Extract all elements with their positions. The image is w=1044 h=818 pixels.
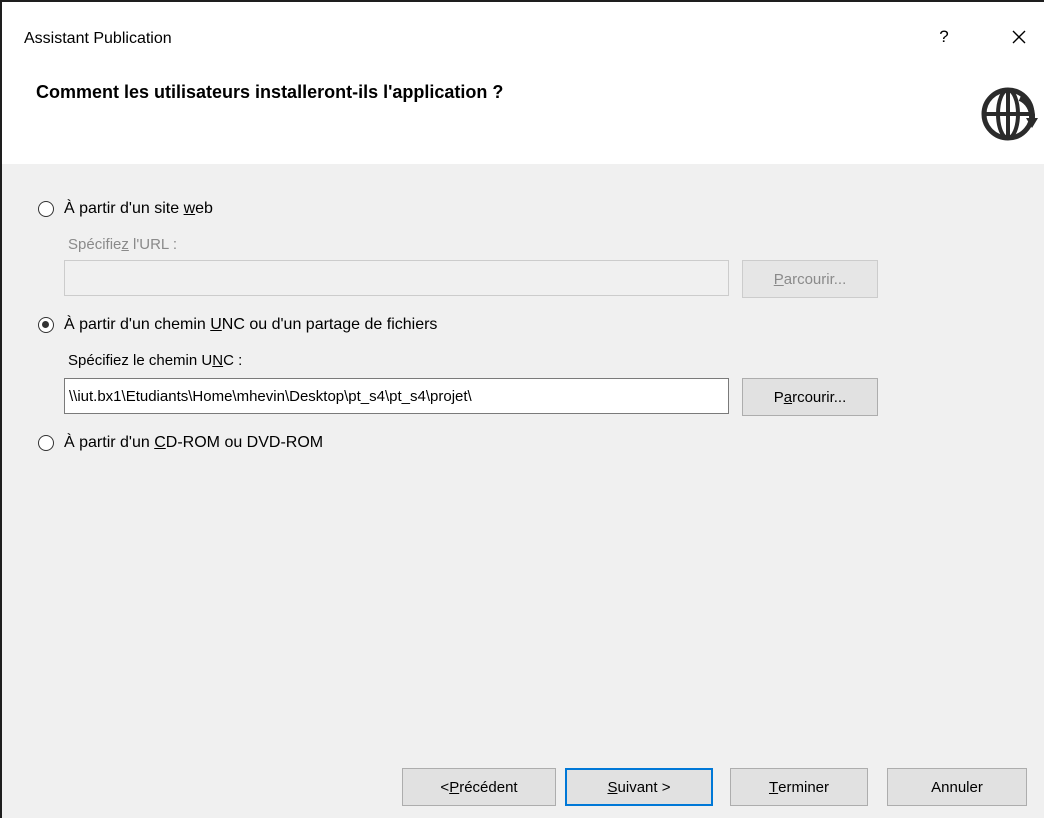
radio-unc-path-indicator[interactable] (38, 317, 54, 333)
radio-website-indicator[interactable] (38, 201, 54, 217)
radio-website[interactable]: À partir d'un site web (38, 200, 213, 218)
unc-field-label: Spécifiez le chemin UNC : (68, 352, 243, 369)
globe-arrow-icon (981, 87, 1038, 141)
close-icon (1012, 30, 1026, 44)
radio-cd-dvd-indicator[interactable] (38, 435, 54, 451)
url-input[interactable] (64, 260, 729, 296)
unc-path-input[interactable] (64, 378, 729, 414)
radio-cd-dvd[interactable]: À partir d'un CD-ROM ou DVD-ROM (38, 434, 323, 452)
finish-button[interactable]: Terminer (730, 768, 868, 806)
radio-website-label: À partir d'un site web (64, 200, 213, 217)
close-button[interactable] (1002, 22, 1036, 52)
title-bar: Assistant Publication ? (2, 2, 1044, 72)
window-title: Assistant Publication (24, 30, 172, 47)
publish-wizard-window: Assistant Publication ? Comment les util… (0, 0, 1044, 818)
wizard-header: Comment les utilisateurs installeront-il… (2, 72, 1044, 164)
radio-unc-path[interactable]: À partir d'un chemin UNC ou d'un partage… (38, 316, 437, 334)
cancel-button[interactable]: Annuler (887, 768, 1027, 806)
browse-url-button[interactable]: Parcourir... (742, 260, 878, 298)
wizard-content: À partir d'un site web Spécifiez l'URL :… (2, 164, 1044, 818)
next-button[interactable]: Suivant > (565, 768, 713, 806)
radio-unc-path-label: À partir d'un chemin UNC ou d'un partage… (64, 316, 438, 333)
radio-cd-dvd-label: À partir d'un CD-ROM ou DVD-ROM (64, 434, 324, 451)
page-title: Comment les utilisateurs installeront-il… (36, 82, 504, 102)
help-button[interactable]: ? (930, 22, 958, 52)
browse-unc-button[interactable]: Pa rcourir... (742, 378, 878, 416)
previous-button[interactable]: < Précédent (402, 768, 556, 806)
url-field-label: Spécifiez l'URL : (68, 236, 178, 253)
